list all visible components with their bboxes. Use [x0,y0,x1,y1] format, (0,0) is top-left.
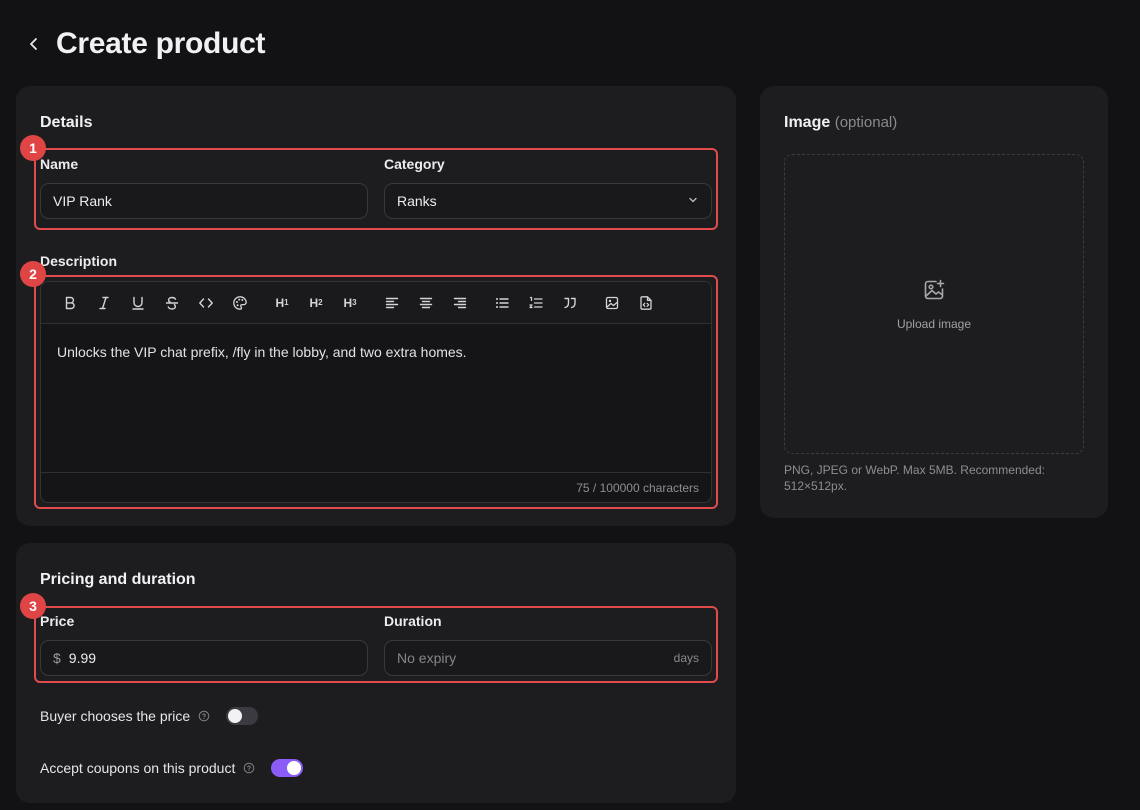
page-header: Create product [24,26,265,62]
pricing-section-title: Pricing and duration [40,571,196,588]
image-section-title: Image (optional) [784,114,897,132]
description-label: Description [40,253,118,269]
highlight-box-2 [34,275,718,509]
back-button[interactable] [24,26,44,62]
optional-label: (optional) [834,114,898,131]
coupons-toggle[interactable] [271,759,304,777]
upload-image-label: Upload image [896,316,972,331]
annotation-badge-2: 2 [20,261,46,287]
highlight-box-3 [34,606,718,683]
highlight-box-1 [34,148,718,230]
help-circle-icon[interactable] [243,762,255,774]
toggle-knob [287,761,302,775]
image-card: Image (optional) Upload image PNG, JPEG … [760,86,1108,518]
details-section-title: Details [40,114,93,131]
image-title: Image [784,114,831,131]
upload-hint: PNG, JPEG or WebP. Max 5MB. Recommended:… [784,463,1045,493]
help-circle-icon[interactable] [198,710,210,722]
buyer-price-row: Buyer chooses the price [40,707,259,725]
buyer-price-toggle[interactable] [226,707,259,725]
upload-dropzone[interactable]: Upload image [784,154,1084,454]
image-plus-icon [922,278,946,307]
page-title: Create product [56,27,266,60]
coupons-row: Accept coupons on this product [40,759,304,777]
buyer-price-label: Buyer chooses the price [40,708,191,724]
chevron-left-icon [30,38,37,50]
toggle-knob [228,709,243,723]
annotation-badge-1: 1 [20,135,46,161]
annotation-badge-3: 3 [20,593,46,619]
coupons-label: Accept coupons on this product [40,760,236,776]
